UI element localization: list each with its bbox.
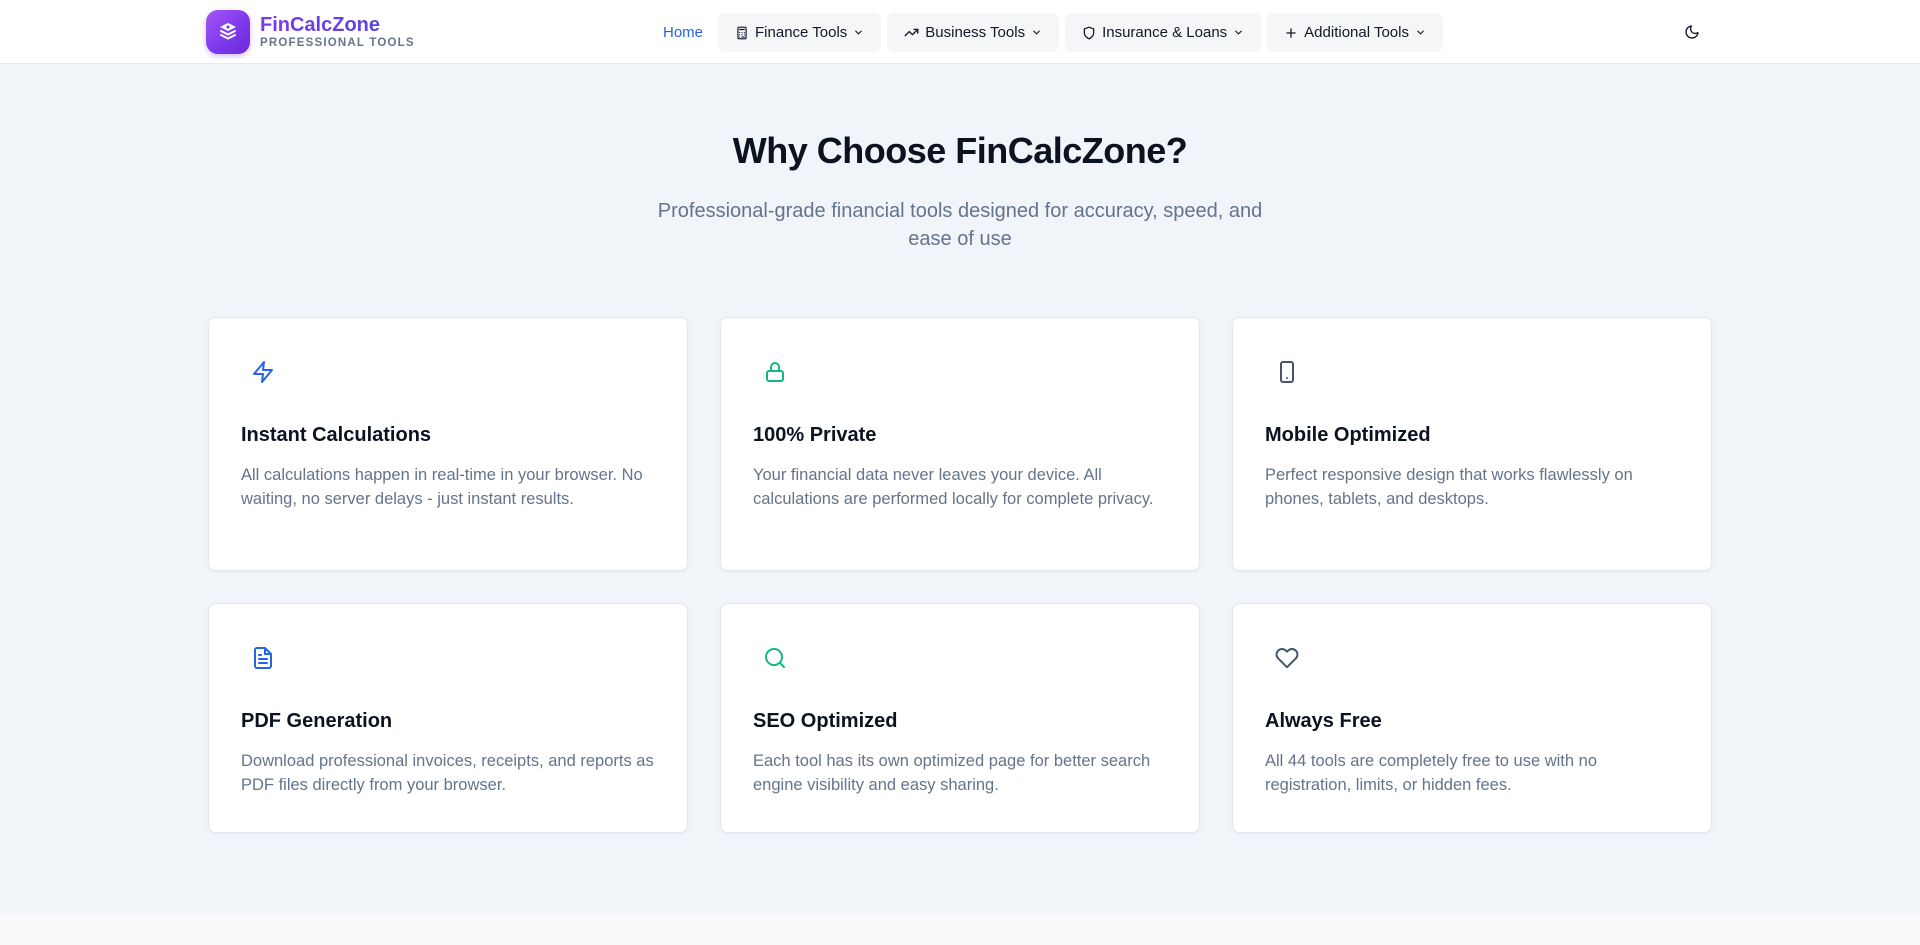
feature-card-seo-optimized: SEO Optimized Each tool has its own opti… bbox=[720, 603, 1200, 833]
feature-description: Your financial data never leaves your de… bbox=[753, 466, 1154, 508]
nav-business-tools[interactable]: Business Tools bbox=[887, 13, 1060, 52]
nav-finance-tools[interactable]: Finance Tools bbox=[718, 13, 882, 52]
chevron-down-icon bbox=[1417, 30, 1424, 35]
chevron-down-icon bbox=[1033, 30, 1040, 35]
feature-title: Mobile Optimized bbox=[1265, 424, 1431, 446]
chevron-down-icon bbox=[1235, 30, 1242, 35]
nav-additional-tools-label: Additional Tools bbox=[1304, 24, 1409, 41]
lock-icon bbox=[766, 362, 784, 382]
next-section-band bbox=[0, 913, 1920, 945]
search-icon bbox=[765, 648, 785, 668]
chevron-down-icon bbox=[855, 30, 863, 35]
feature-card-instant-calculations: Instant Calculations All calculations ha… bbox=[208, 317, 688, 571]
section-title: Why Choose FinCalcZone? bbox=[732, 130, 1188, 171]
mobile-icon bbox=[1280, 361, 1294, 383]
nav-additional-tools[interactable]: Additional Tools bbox=[1267, 13, 1443, 52]
feature-card-mobile-optimized: Mobile Optimized Perfect responsive desi… bbox=[1232, 317, 1712, 571]
main-nav: Home Finance Tools Business Tools Insura… bbox=[654, 13, 1443, 52]
feature-description: Each tool has its own optimized page for… bbox=[753, 752, 1151, 794]
feature-description: Download professional invoices, receipts… bbox=[241, 752, 654, 794]
plus-icon bbox=[1286, 27, 1296, 38]
feature-title: SEO Optimized bbox=[753, 710, 898, 732]
nav-insurance-loans[interactable]: Insurance & Loans bbox=[1065, 13, 1262, 52]
moon-icon bbox=[1685, 25, 1699, 39]
heart-icon bbox=[1275, 648, 1299, 669]
top-navigation-bar: FinCalcZone PROFESSIONAL TOOLS Home Fina… bbox=[0, 0, 1920, 64]
feature-title: Always Free bbox=[1265, 710, 1382, 732]
nav-business-tools-label: Business Tools bbox=[925, 24, 1026, 41]
brand-tagline: PROFESSIONAL TOOLS bbox=[260, 37, 415, 49]
nav-finance-tools-label: Finance Tools bbox=[755, 24, 848, 41]
section-subtitle: Professional-grade financial tools desig… bbox=[657, 200, 1263, 250]
feature-card-always-free: Always Free All 44 tools are completely … bbox=[1232, 603, 1712, 833]
brand-name: FinCalcZone bbox=[260, 14, 415, 36]
feature-title: 100% Private bbox=[753, 424, 877, 446]
shield-icon bbox=[1083, 26, 1095, 39]
feature-title: PDF Generation bbox=[241, 710, 393, 732]
feature-description: All calculations happen in real-time in … bbox=[241, 466, 643, 508]
nav-insurance-loans-label: Insurance & Loans bbox=[1102, 24, 1228, 41]
feature-description: Perfect responsive design that works fla… bbox=[1265, 466, 1633, 508]
trending-up-icon bbox=[904, 28, 919, 37]
brand-logo-icon bbox=[206, 10, 250, 54]
feature-card-pdf-generation: PDF Generation Download professional inv… bbox=[208, 603, 688, 833]
calculator-icon bbox=[737, 26, 747, 39]
feature-card-private: 100% Private Your financial data never l… bbox=[720, 317, 1200, 571]
theme-toggle-button[interactable] bbox=[1676, 18, 1708, 46]
feature-description: All 44 tools are completely free to use … bbox=[1265, 752, 1598, 794]
lightning-icon bbox=[253, 361, 273, 383]
nav-home-link[interactable]: Home bbox=[654, 13, 712, 52]
brand-logo[interactable]: FinCalcZone PROFESSIONAL TOOLS bbox=[206, 10, 415, 54]
document-icon bbox=[254, 647, 272, 669]
feature-title: Instant Calculations bbox=[241, 424, 432, 446]
